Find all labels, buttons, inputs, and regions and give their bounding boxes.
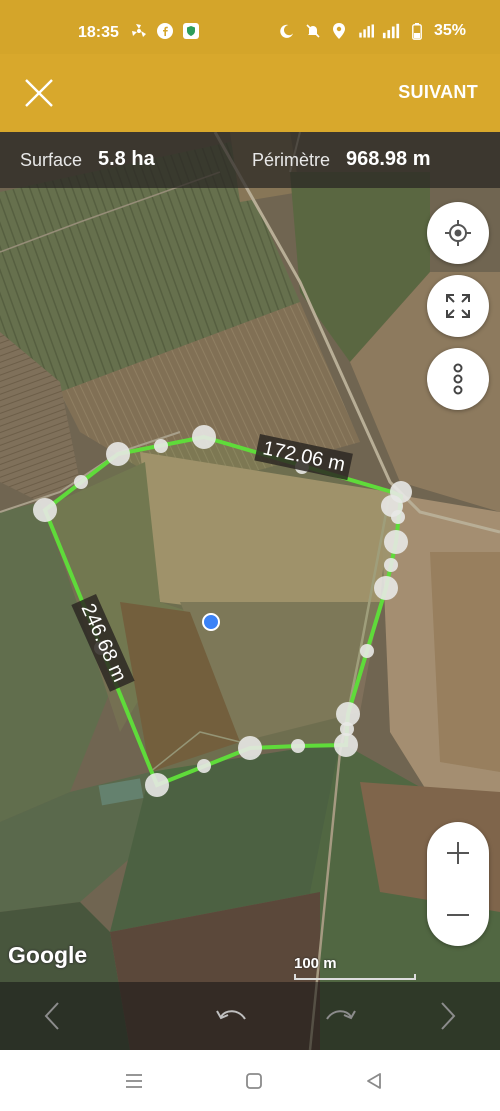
locate-button[interactable] [427,202,489,264]
midpoint-handle [291,739,305,753]
midpoint-handle [74,475,88,489]
midpoint-handle [391,510,405,524]
redo-button[interactable] [320,998,360,1034]
app-bar: SUIVANT [0,54,500,132]
back-icon [367,1073,381,1089]
vertex-handle [145,773,169,797]
battery-percent: 35% [433,22,466,39]
fullscreen-button[interactable] [427,275,489,337]
system-nav-bar [0,1050,500,1111]
midpoint-handle [197,759,211,773]
battery-icon [408,22,426,40]
drawing-toolbar [0,982,500,1050]
vertex-handle [384,530,408,554]
next-icon [441,1002,456,1030]
vertex-handle [374,576,398,600]
vertex-handle [33,498,57,522]
shield-app-icon [182,22,200,40]
next-button[interactable]: SUIVANT [398,82,478,103]
vertex-handle [334,733,358,757]
more-vertical-icon [453,363,463,395]
redo-icon [326,1010,356,1020]
surface-value: 5.8 ha [98,148,155,170]
zoom-controls [427,822,489,946]
next-point-button[interactable] [428,998,468,1034]
surface-label: Surface [20,150,83,170]
undo-button[interactable] [212,998,252,1034]
satellite-map[interactable]: 172.06 m 246.68 m [0,132,500,1050]
location-icon [330,22,348,40]
fan-icon [130,22,148,40]
mute-icon [304,22,322,40]
google-logo: Google [8,942,88,968]
crosshair-icon [445,220,471,246]
home-button[interactable] [240,1068,268,1094]
moon-icon [278,22,296,40]
facebook-icon [156,22,174,40]
previous-point-button[interactable] [32,998,72,1034]
zoom-out-button[interactable] [427,884,489,946]
wifi-signal-icon [356,22,374,40]
midpoint-handle [154,439,168,453]
midpoint-handle [384,558,398,572]
zoom-in-button[interactable] [427,822,489,884]
vertex-handle [192,425,216,449]
status-time: 18:35 [78,24,119,41]
prev-icon [44,1002,59,1030]
midpoint-handle [360,644,374,658]
vertex-handle [106,442,130,466]
undo-icon [216,1010,246,1020]
expand-icon [446,294,470,318]
back-button[interactable] [360,1068,388,1094]
menu-icon [126,1074,142,1088]
map-imagery [0,132,500,1050]
measurement-info: Surface 5.8 ha Périmètre 968.98 m [0,132,500,188]
vertex-handle [238,736,262,760]
more-options-button[interactable] [427,348,489,410]
recent-apps-button[interactable] [120,1068,148,1094]
close-icon [25,79,53,107]
status-bar: 18:35 35% [0,0,500,60]
close-button[interactable] [20,74,58,112]
home-icon [246,1073,262,1089]
perimeter-value: 968.98 m [346,148,431,170]
user-location-dot [202,613,220,631]
perimeter-label: Périmètre [252,150,331,170]
scale-label: 100 m [294,955,337,972]
minus-icon [447,914,469,916]
scale-bar [294,974,416,980]
cell-signal-icon [382,22,400,40]
plus-icon [447,842,469,864]
